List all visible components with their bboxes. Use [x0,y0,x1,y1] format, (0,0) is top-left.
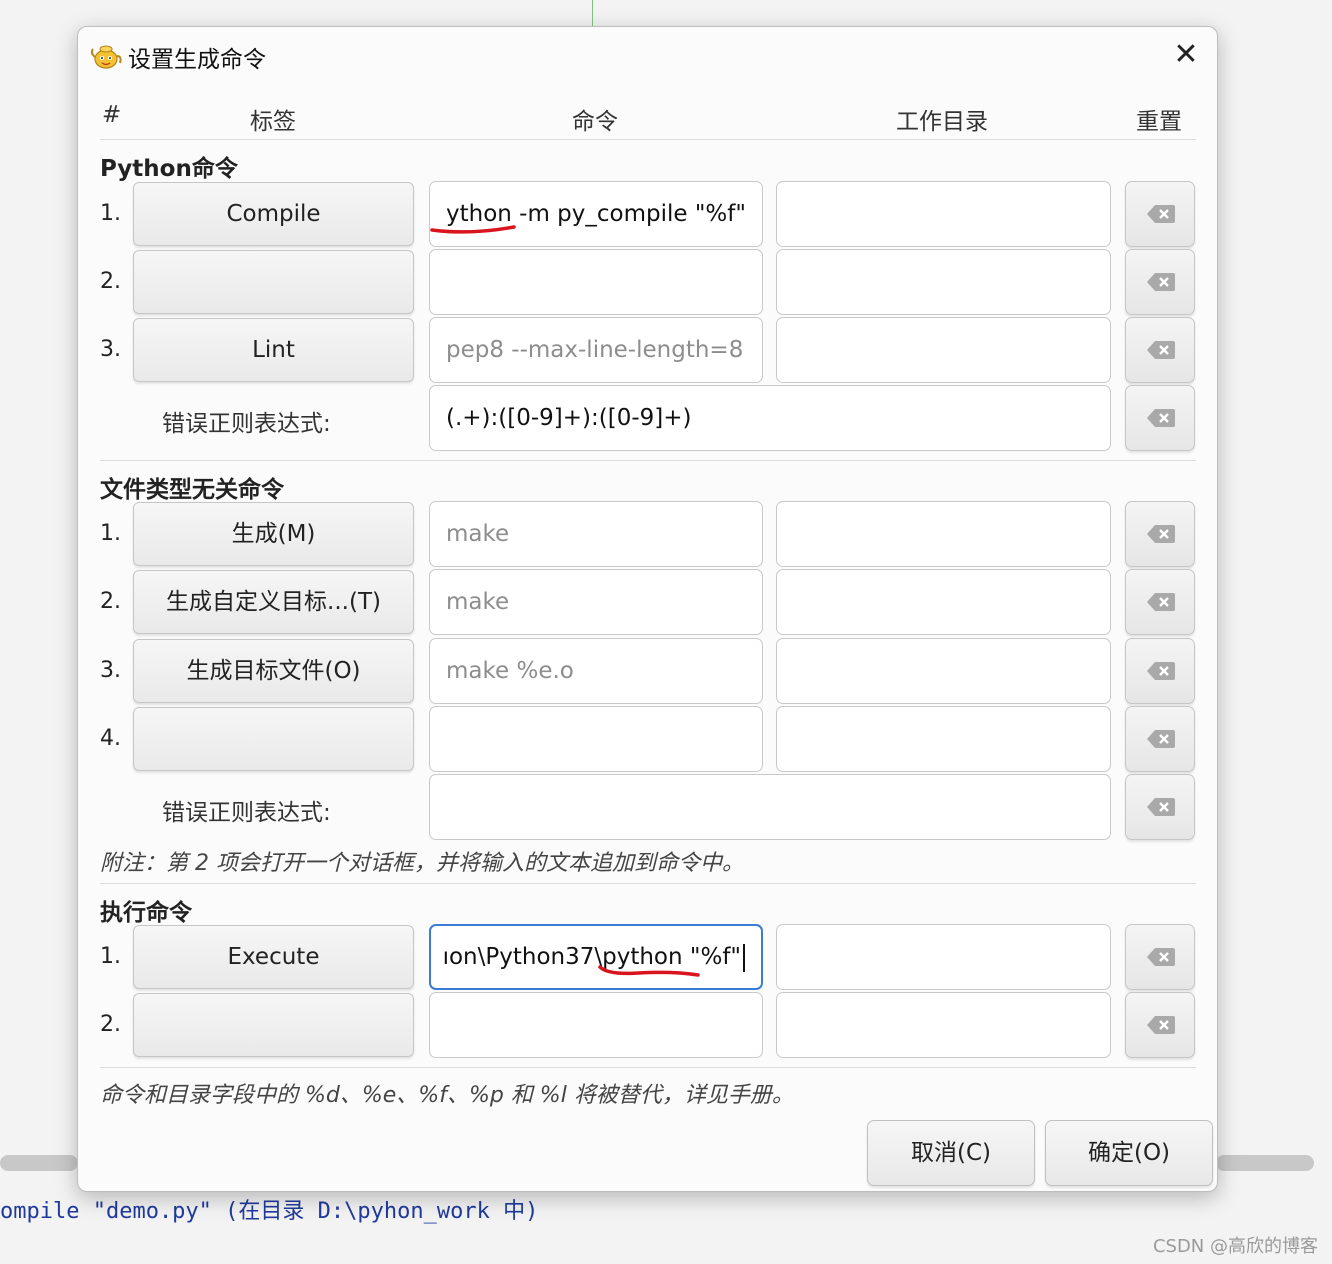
clear-icon [1147,1016,1175,1034]
execute-section-title: 执行命令 [100,900,192,926]
workdir-field[interactable] [776,638,1111,704]
label-button-execute[interactable]: Execute [133,925,414,989]
background-scrollbar-left[interactable] [0,1155,78,1171]
workdir-field[interactable] [776,501,1111,567]
ok-button[interactable]: 确定(O) [1045,1120,1213,1186]
label-button-empty[interactable] [133,250,414,314]
row-num: 1. [100,521,121,546]
command-field-object-file[interactable]: make %e.o [429,638,763,704]
clear-icon [1147,730,1175,748]
header-num: # [102,102,122,128]
command-field-execute[interactable]: ıon\Python37\python "%f" [429,924,763,990]
build-commands-dialog: 设置生成命令 ✕ # 标签 命令 工作目录 重置 Python命令 1. Com… [77,26,1218,1192]
clear-icon [1147,798,1175,816]
close-button[interactable]: ✕ [1167,37,1205,73]
reset-button[interactable] [1125,181,1195,247]
clear-icon [1147,593,1175,611]
clear-icon [1147,409,1175,427]
clear-icon [1147,662,1175,680]
header-reset: 重置 [1136,109,1182,135]
python-section-title: Python命令 [100,156,238,182]
row-num: 4. [100,726,121,751]
geany-teapot-icon [90,45,122,69]
background-scrollbar-right[interactable] [1216,1155,1314,1171]
row-num: 2. [100,269,121,294]
command-field-custom-target[interactable]: make [429,569,763,635]
label-button-empty[interactable] [133,707,414,771]
label-button-build[interactable]: 生成(M) [133,502,414,566]
clear-icon [1147,205,1175,223]
independent-section-title: 文件类型无关命令 [100,477,284,503]
command-field-lint[interactable]: pep8 --max-line-length=8 [429,317,763,383]
titlebar: 设置生成命令 ✕ [78,27,1217,83]
header-divider [100,139,1196,140]
row-num: 1. [100,944,121,969]
clear-icon [1147,341,1175,359]
header-label: 标签 [250,109,296,135]
header-workdir: 工作目录 [896,109,988,135]
regex-field[interactable]: (.+):([0-9]+):([0-9]+) [429,385,1111,451]
red-annotation-underline [430,225,516,234]
text-caret [743,943,745,972]
background-log-line: ompile "demo.py" (在目录 D:\pyhon_work 中) [0,1199,539,1224]
command-field[interactable] [429,249,763,315]
header-command: 命令 [572,109,618,135]
workdir-field[interactable] [776,924,1111,990]
reset-button[interactable] [1125,317,1195,383]
cancel-button[interactable]: 取消(C) [867,1120,1035,1186]
label-button-compile[interactable]: Compile [133,182,414,246]
workdir-field[interactable] [776,706,1111,772]
reset-button[interactable] [1125,924,1195,990]
label-button-object-file[interactable]: 生成目标文件(O) [133,639,414,703]
section-divider [100,883,1196,884]
reset-button[interactable] [1125,638,1195,704]
section-divider [100,460,1196,461]
command-field-compile[interactable]: ython -m py_compile "%f" [429,181,763,247]
watermark: CSDN @高欣的博客 [1152,1236,1318,1257]
footer-note: 命令和目录字段中的 %d、%e、%f、%p 和 %l 将被替代，详见手册。 [100,1083,794,1108]
row-num: 3. [100,658,121,683]
red-annotation-underline [598,965,700,977]
label-button-lint[interactable]: Lint [133,318,414,382]
row-num: 2. [100,589,121,614]
command-field[interactable] [429,992,763,1058]
reset-button[interactable] [1125,774,1195,840]
regex-label: 错误正则表达式: [162,800,331,826]
row-num: 1. [100,201,121,226]
reset-button[interactable] [1125,249,1195,315]
section-divider [100,1067,1196,1068]
label-button-empty[interactable] [133,993,414,1057]
row-num: 2. [100,1012,121,1037]
command-field[interactable] [429,706,763,772]
workdir-field[interactable] [776,181,1111,247]
clear-icon [1147,273,1175,291]
workdir-field[interactable] [776,317,1111,383]
independent-note: 附注：第 2 项会打开一个对话框，并将输入的文本追加到命令中。 [100,851,744,876]
row-num: 3. [100,337,121,362]
label-button-custom-target[interactable]: 生成自定义目标...(T) [133,570,414,634]
regex-label: 错误正则表达式: [162,411,331,437]
regex-field[interactable] [429,774,1111,840]
dialog-title: 设置生成命令 [128,47,266,73]
reset-button[interactable] [1125,501,1195,567]
reset-button[interactable] [1125,992,1195,1058]
command-field-build[interactable]: make [429,501,763,567]
reset-button[interactable] [1125,706,1195,772]
reset-button[interactable] [1125,385,1195,451]
workdir-field[interactable] [776,569,1111,635]
background-divider [592,0,593,26]
clear-icon [1147,948,1175,966]
clear-icon [1147,525,1175,543]
reset-button[interactable] [1125,569,1195,635]
workdir-field[interactable] [776,249,1111,315]
workdir-field[interactable] [776,992,1111,1058]
